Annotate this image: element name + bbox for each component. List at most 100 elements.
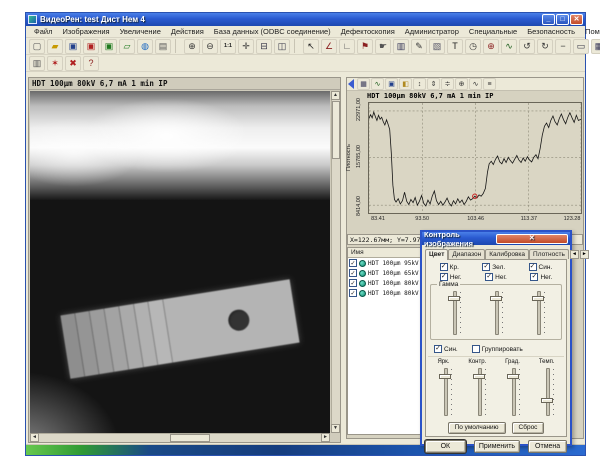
save-file-icon[interactable]: ▣ bbox=[65, 39, 81, 54]
list-item-checkbox[interactable]: ✓ bbox=[349, 279, 357, 287]
gamma-slider-thumb[interactable] bbox=[448, 296, 460, 301]
open-folder-icon[interactable]: ▰ bbox=[47, 39, 63, 54]
gamma-slider-1[interactable] bbox=[488, 289, 504, 337]
grid-table-icon[interactable]: ▦ bbox=[591, 39, 600, 54]
list-item-checkbox[interactable]: ✓ bbox=[349, 269, 357, 277]
dialog-title-bar[interactable]: Контроль изображения ✕ bbox=[422, 232, 570, 245]
grab-hand-icon[interactable]: ☛ bbox=[375, 39, 391, 54]
sync-checkbox[interactable]: ✓ Син. bbox=[434, 345, 458, 353]
apply-button[interactable]: Применить bbox=[474, 440, 521, 453]
measure-level-icon[interactable]: ∟ bbox=[339, 39, 355, 54]
gamma-slider-thumb[interactable] bbox=[490, 296, 502, 301]
menu-item-2[interactable]: Увеличение bbox=[115, 27, 166, 36]
globe-icon[interactable]: ◍ bbox=[137, 39, 153, 54]
channel-check-icon[interactable]: ✓ bbox=[482, 263, 490, 271]
channel-check-icon[interactable]: ✓ bbox=[529, 263, 537, 271]
negative-check-icon[interactable]: ✓ bbox=[440, 273, 448, 281]
cursor-v-icon[interactable]: ↕ bbox=[413, 78, 426, 90]
adjust-slider-0[interactable] bbox=[437, 366, 453, 418]
list-item-checkbox[interactable]: ✓ bbox=[349, 259, 357, 267]
tab-калибровка[interactable]: Калибровка bbox=[485, 249, 529, 259]
menu-item-9[interactable]: Помощь bbox=[580, 27, 600, 36]
negative-check-icon[interactable]: ✓ bbox=[530, 273, 538, 281]
adjust-slider-thumb[interactable] bbox=[507, 374, 519, 379]
import-folder-icon[interactable]: ▱ bbox=[119, 39, 135, 54]
tab-диапазон[interactable]: Диапазон bbox=[448, 249, 485, 259]
options-icon[interactable]: ≡ bbox=[483, 78, 496, 90]
negative-check-icon[interactable]: ✓ bbox=[485, 273, 493, 281]
tab-цвет[interactable]: Цвет bbox=[425, 249, 448, 260]
histogram-icon[interactable]: ▥ bbox=[393, 39, 409, 54]
save-red-icon[interactable]: ▣ bbox=[83, 39, 99, 54]
gamma-slider-0[interactable] bbox=[446, 289, 462, 337]
chart-view-icon[interactable]: ∿ bbox=[371, 78, 384, 90]
scroll-down-icon[interactable]: ▼ bbox=[331, 424, 340, 433]
zoom-profile-icon[interactable]: ⊕ bbox=[455, 78, 468, 90]
marker-flag-icon[interactable]: ⚑ bbox=[357, 39, 373, 54]
save-green-icon[interactable]: ▣ bbox=[101, 39, 117, 54]
negative-checkbox-1[interactable]: ✓Нег. bbox=[485, 273, 507, 281]
profile-line-icon[interactable]: ∿ bbox=[469, 78, 482, 90]
print-icon[interactable]: ▤ bbox=[155, 39, 171, 54]
profile-chart-icon[interactable]: ∿ bbox=[501, 39, 517, 54]
markers-icon[interactable]: ≑ bbox=[441, 78, 454, 90]
plot-area[interactable] bbox=[368, 102, 582, 214]
gamma-slider-2[interactable] bbox=[530, 289, 546, 337]
xray-image[interactable] bbox=[30, 91, 330, 433]
tab-scroll-right-icon[interactable]: ► bbox=[580, 250, 589, 259]
title-bar[interactable]: ВидеоРен: test Дист Нем 4 _ □ ✕ bbox=[26, 13, 585, 26]
ok-button[interactable]: ОК bbox=[425, 440, 466, 453]
adjust-slider-thumb[interactable] bbox=[473, 374, 485, 379]
minus-icon[interactable]: − bbox=[555, 39, 571, 54]
menu-item-6[interactable]: Администратор bbox=[400, 27, 464, 36]
scroll-right-icon[interactable]: ► bbox=[321, 433, 330, 442]
channel-checkbox-0[interactable]: ✓Кр. bbox=[440, 263, 459, 271]
split-vertical-icon[interactable]: ◫ bbox=[274, 39, 290, 54]
scroll-up-icon[interactable]: ▲ bbox=[331, 91, 340, 100]
print-preview-icon[interactable]: ▥ bbox=[29, 56, 45, 71]
close-button[interactable]: ✕ bbox=[570, 14, 583, 25]
adjust-slider-1[interactable] bbox=[471, 366, 487, 418]
save-profile-icon[interactable]: ▣ bbox=[385, 78, 398, 90]
stamp-image-icon[interactable]: ▧ bbox=[429, 39, 445, 54]
split-horizontal-icon[interactable]: ⊟ bbox=[256, 39, 272, 54]
fit-window-icon[interactable]: ✛ bbox=[238, 39, 254, 54]
measure-angle-icon[interactable]: ∠ bbox=[321, 39, 337, 54]
palette-icon[interactable]: ◧ bbox=[399, 78, 412, 90]
rotate-right-icon[interactable]: ↻ bbox=[537, 39, 553, 54]
cancel-button[interactable]: Отмена bbox=[528, 440, 567, 453]
scroll-left-icon[interactable]: ◄ bbox=[30, 433, 39, 442]
channel-check-icon[interactable]: ✓ bbox=[440, 263, 448, 271]
minimize-button[interactable]: _ bbox=[542, 14, 555, 25]
delete-red-icon[interactable]: ✖ bbox=[65, 56, 81, 71]
menu-item-1[interactable]: Изображения bbox=[57, 27, 114, 36]
group-checkbox[interactable]: Группировать bbox=[472, 345, 523, 353]
adjust-slider-thumb[interactable] bbox=[541, 398, 553, 403]
list-item-checkbox[interactable]: ✓ bbox=[349, 289, 357, 297]
menu-item-5[interactable]: Дефектоскопия bbox=[336, 27, 400, 36]
tab-плотность[interactable]: Плотность bbox=[529, 249, 569, 259]
reset-button[interactable]: Сброс bbox=[512, 422, 545, 434]
pen-icon[interactable]: ✎ bbox=[411, 39, 427, 54]
panel-collapse-icon[interactable] bbox=[348, 79, 354, 89]
tab-scroll-left-icon[interactable]: ◄ bbox=[570, 250, 579, 259]
vertical-scroll-thumb[interactable] bbox=[332, 101, 340, 159]
adjust-slider-thumb[interactable] bbox=[439, 374, 451, 379]
rotate-left-icon[interactable]: ↺ bbox=[519, 39, 535, 54]
menu-item-3[interactable]: Действия bbox=[166, 27, 209, 36]
image-horizontal-scrollbar[interactable]: ◄ ► bbox=[30, 433, 330, 442]
new-file-icon[interactable]: ▢ bbox=[29, 39, 45, 54]
channel-checkbox-1[interactable]: ✓Зел. bbox=[482, 263, 505, 271]
menu-item-4[interactable]: База данных (ODBC соединение) bbox=[209, 27, 336, 36]
maximize-button[interactable]: □ bbox=[556, 14, 569, 25]
adjust-slider-3[interactable] bbox=[539, 366, 555, 418]
channel-checkbox-2[interactable]: ✓Син. bbox=[529, 263, 553, 271]
zoom-out-icon[interactable]: ⊖ bbox=[202, 39, 218, 54]
pointer-icon[interactable]: ↖ bbox=[303, 39, 319, 54]
crosshair-icon[interactable]: ⊕ bbox=[483, 39, 499, 54]
tools-red-icon[interactable]: ✶ bbox=[47, 56, 63, 71]
sync-check-icon[interactable]: ✓ bbox=[434, 345, 442, 353]
menu-item-0[interactable]: Файл bbox=[29, 27, 57, 36]
help-icon[interactable]: ? bbox=[83, 56, 99, 71]
adjust-slider-2[interactable] bbox=[505, 366, 521, 418]
